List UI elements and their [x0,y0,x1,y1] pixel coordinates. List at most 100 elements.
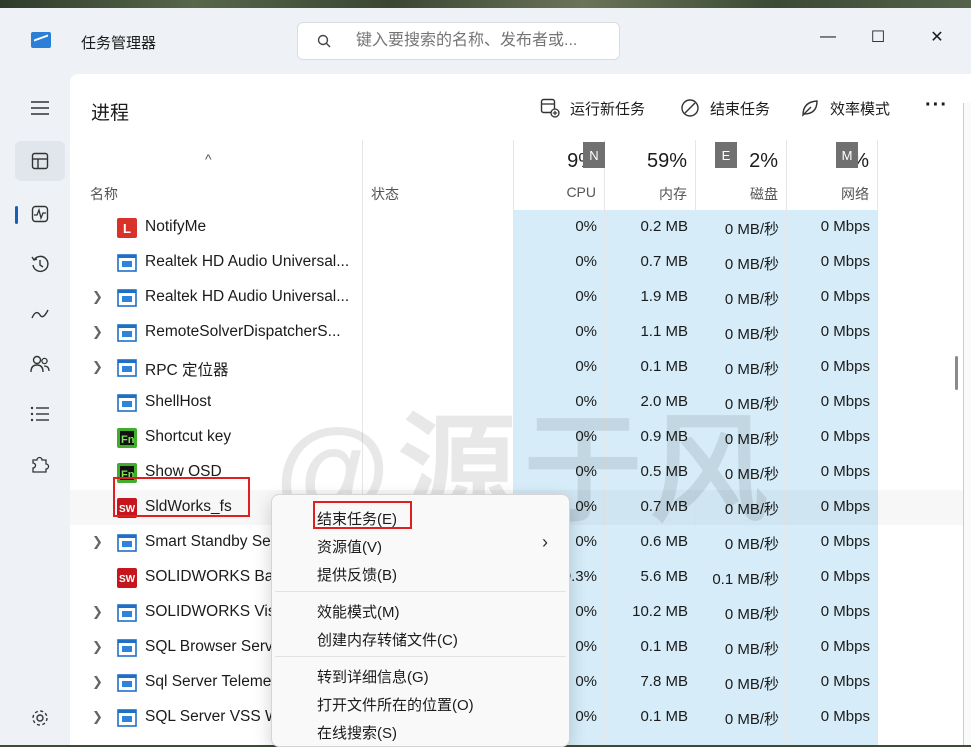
nav-menu-button[interactable] [15,88,65,128]
nav-details[interactable] [15,394,65,434]
run-new-task-button[interactable]: 运行新任务 [540,94,645,122]
menu-item-create-dump[interactable]: 创建内存转储文件(C) [317,629,458,650]
column-header-name[interactable]: 名称 [90,184,118,204]
network-value: 0 Mbps [820,218,870,235]
process-name: Smart Standby Se [145,533,271,550]
expand-chevron-icon[interactable]: ❯ [92,639,103,655]
window-title: 任务管理器 [81,35,157,52]
expand-chevron-icon[interactable]: ❯ [92,534,103,550]
nav-processes[interactable] [15,141,65,181]
network-value: 0 Mbps [820,323,870,340]
network-value: 0 Mbps [820,708,870,725]
startup-apps-icon [31,309,49,319]
annotation-badge: E [715,142,737,168]
window-app-icon [117,673,137,693]
leaf-icon [802,100,818,117]
process-row[interactable]: ❯ RPC 定位器 0% 0.1 MB 0 MB/秒 0 Mbps [70,350,971,385]
expand-chevron-icon[interactable]: ❯ [92,324,103,340]
vertical-scrollbar[interactable] [955,356,958,390]
hamburger-menu-icon [31,101,49,115]
disk-value: 0 MB/秒 [724,361,779,378]
left-navigation [0,66,70,745]
end-task-icon [681,99,699,117]
window-app-icon [117,358,137,378]
title-bar: 任务管理器 — ☐ ✕ [0,8,971,66]
menu-item-go-to-details[interactable]: 转到详细信息(G) [317,666,429,687]
network-value: 0 Mbps [820,638,870,655]
menu-item-efficiency-mode[interactable]: 效能模式(M) [317,601,400,622]
process-row[interactable]: ❯ Realtek HD Audio Universal... 0% 1.9 MB 0 … [70,280,971,315]
network-value: 0 Mbps [820,533,870,550]
memory-value: 0.1 MB [640,638,688,655]
memory-value: 0.5 MB [640,463,688,480]
column-header-disk[interactable]: 2% 磁盘 [695,140,786,210]
nav-performance[interactable] [15,194,65,234]
nav-app-history[interactable] [15,244,65,284]
process-name: NotifyMe [145,218,207,235]
task-manager-app-icon [31,32,51,48]
network-label: 网络 [841,186,869,202]
close-button[interactable]: ✕ [917,20,957,54]
memory-value: 7.8 MB [640,673,688,690]
menu-item-resource-values[interactable]: 资源值(V) [317,536,382,557]
nav-startup-apps[interactable] [15,294,65,334]
search-box[interactable] [297,22,620,60]
window-app-icon [117,603,137,623]
network-value: 0 Mbps [820,358,870,375]
end-task-button[interactable]: 结束任务 [680,94,770,122]
process-name: RemoteSolverDispatcherS... [145,323,341,340]
cpu-value: 0% [575,358,597,375]
disk-total-percent: 2% [749,150,778,172]
network-value: 0 Mbps [820,428,870,445]
process-name: Realtek HD Audio Universal... [145,288,350,305]
process-row[interactable]: ShellHost 0% 2.0 MB 0 MB/秒 0 Mbps [70,385,971,420]
process-row[interactable]: Fn Shortcut key 0% 0.9 MB 0 MB/秒 0 Mbps [70,420,971,455]
submenu-chevron-icon: › [542,532,548,552]
process-row[interactable]: L NotifyMe 0% 0.2 MB 0 MB/秒 0 Mbps [70,210,971,245]
process-row[interactable]: ❯ RemoteSolverDispatcherS... 0% 1.1 MB 0 MB/… [70,315,971,350]
maximize-button[interactable]: ☐ [858,20,898,54]
window-app-icon [117,533,137,553]
notifyme-icon: L [117,218,137,238]
column-header-status[interactable]: 状态 [371,184,399,204]
memory-value: 0.1 MB [640,358,688,375]
search-icon [317,34,331,48]
expand-chevron-icon[interactable]: ❯ [92,359,103,375]
disk-value: 0 MB/秒 [724,396,779,413]
disk-value: 0 MB/秒 [724,501,779,518]
network-value: 0 Mbps [820,463,870,480]
process-name: ShellHost [145,393,212,410]
menu-item-feedback[interactable]: 提供反馈(B) [317,564,397,585]
expand-chevron-icon[interactable]: ❯ [92,674,103,690]
disk-value: 0 MB/秒 [724,291,779,308]
minimize-button[interactable]: — [808,20,848,54]
disk-value: 0 MB/秒 [724,606,779,623]
sort-ascending-icon: ^ [205,151,212,167]
search-input[interactable] [354,31,608,51]
network-value: 0 Mbps [820,253,870,270]
cpu-value: 0% [575,323,597,340]
menu-item-open-file-location[interactable]: 打开文件所在的位置(O) [317,694,474,715]
efficiency-mode-button[interactable]: 效率模式 [800,94,890,122]
nav-users[interactable] [15,344,65,384]
window-app-icon [117,253,137,273]
process-name: SOLIDWORKS Vis [145,603,276,620]
column-header-network[interactable]: % 网络 [786,140,877,210]
process-row[interactable]: Realtek HD Audio Universal... 0% 0.7 MB 0 M… [70,245,971,280]
cpu-value: 0% [575,218,597,235]
menu-item-search-online[interactable]: 在线搜索(S) [317,722,397,743]
disk-label: 磁盘 [750,186,778,202]
annotation-badge: M [836,142,858,168]
more-options-button[interactable]: ··· [925,94,948,117]
expand-chevron-icon[interactable]: ❯ [92,604,103,620]
nav-settings[interactable] [15,698,65,738]
expand-chevron-icon[interactable]: ❯ [92,289,103,305]
network-value: 0 Mbps [820,568,870,585]
expand-chevron-icon[interactable]: ❯ [92,709,103,725]
window-app-icon [117,323,137,343]
disk-value: 0 MB/秒 [724,536,779,553]
memory-value: 0.9 MB [640,428,688,445]
nav-services[interactable] [15,444,65,484]
column-header-memory[interactable]: 59% 内存 [604,140,695,210]
disk-value: 0 MB/秒 [724,256,779,273]
